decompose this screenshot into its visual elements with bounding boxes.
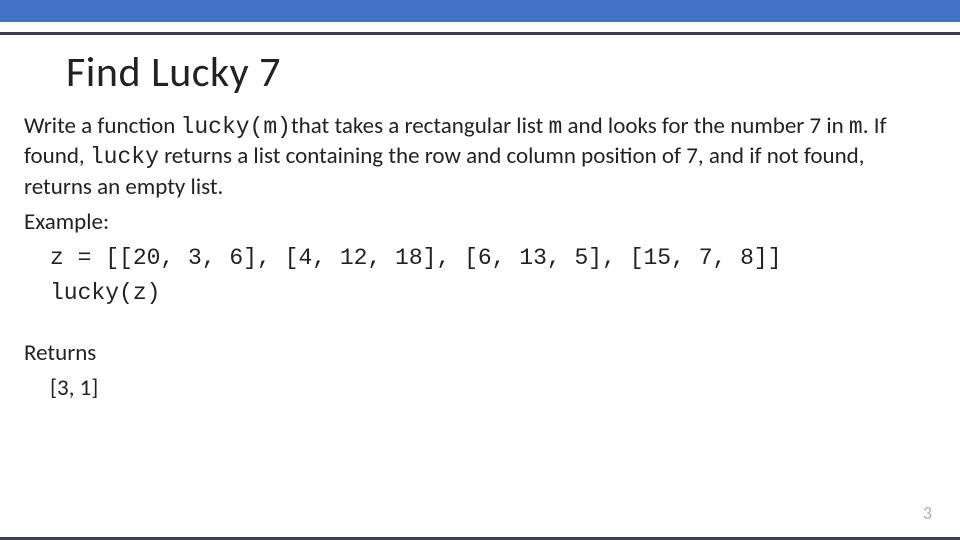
example-label: Example: xyxy=(24,208,936,237)
code-m-1: m xyxy=(549,114,563,140)
returns-value: [3, 1] xyxy=(50,374,936,403)
top-divider-line xyxy=(0,32,960,35)
problem-paragraph: Write a function lucky(m)that takes a re… xyxy=(24,112,936,202)
slide-body: Write a function lucky(m)that takes a re… xyxy=(24,112,936,404)
top-accent-bar xyxy=(0,0,960,22)
returns-block: Returns [3, 1] xyxy=(24,339,936,404)
code-lucky: lucky xyxy=(90,144,159,170)
code-m-2: m xyxy=(849,114,863,140)
para-text-1: Write a function xyxy=(24,112,181,140)
example-assignment: z = [[20, 3, 6], [4, 12, 18], [6, 13, 5]… xyxy=(50,244,936,273)
para-text-2: that takes a rectangular list xyxy=(291,112,549,140)
page-number: 3 xyxy=(923,502,932,524)
example-call: lucky(z) xyxy=(50,279,936,308)
slide-title: Find Lucky 7 xyxy=(66,47,960,98)
returns-label: Returns xyxy=(24,339,936,368)
code-lucky-m: lucky(m) xyxy=(181,114,291,140)
slide: Find Lucky 7 Write a function lucky(m)th… xyxy=(0,0,960,540)
para-text-3: and looks for the number 7 in xyxy=(562,112,849,140)
